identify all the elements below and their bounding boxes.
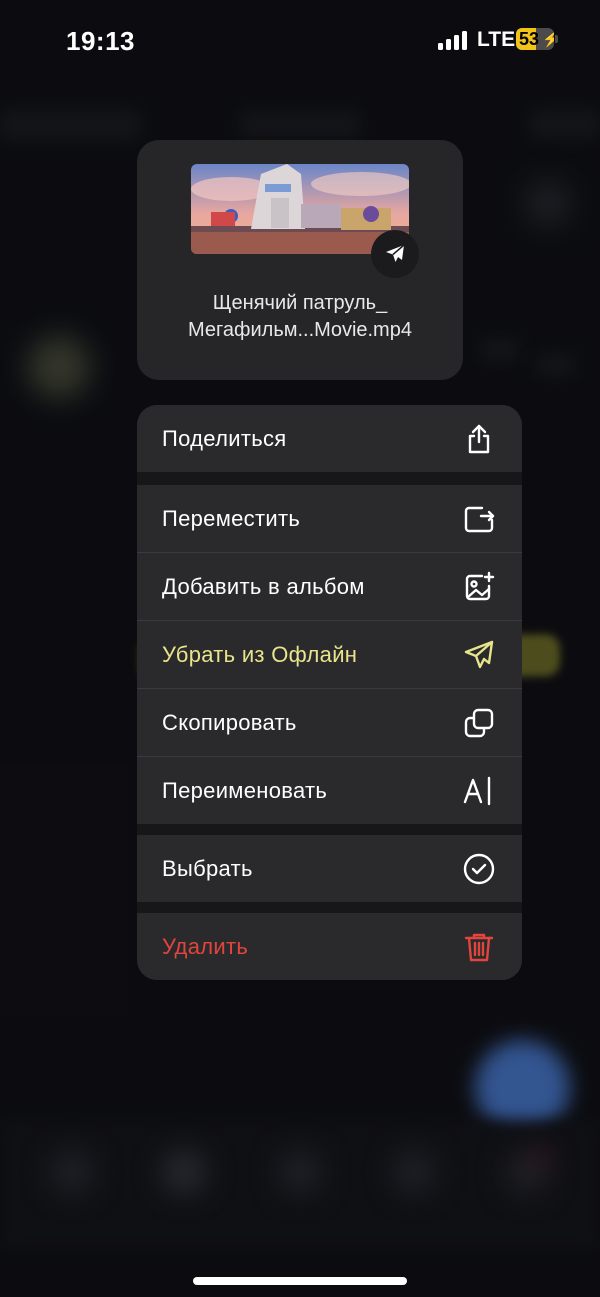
menu-item-delete[interactable]: Удалить [137,913,522,980]
status-bar: 19:13 LTE 53 ⚡ [0,0,600,80]
network-type: LTE [477,28,516,51]
charging-bolt-icon: ⚡ [542,31,554,48]
signal-icon [438,30,470,50]
menu-item-rename[interactable]: Переименовать [137,757,522,824]
battery-icon: 53 ⚡ [516,28,558,50]
check-circle-icon [463,853,495,885]
copy-icon [464,708,494,738]
share-icon [468,424,490,454]
context-menu: Поделиться Переместить Добавить в альбом… [137,405,522,980]
move-folder-icon [464,506,495,533]
menu-item-select[interactable]: Выбрать [137,835,522,902]
battery-level: 53 [519,29,540,49]
menu-item-add-to-album[interactable]: Добавить в альбом [137,553,522,620]
offline-badge [371,230,419,278]
menu-item-remove-offline[interactable]: Убрать из Офлайн [137,621,522,688]
airplane-icon [386,244,405,262]
menu-item-share[interactable]: Поделиться [137,405,522,472]
rename-icon [463,776,491,806]
menu-item-copy[interactable]: Скопировать [137,689,522,756]
airplane-icon [464,640,494,669]
home-indicator[interactable] [193,1277,407,1285]
file-preview-card: Щенячий патруль_ Мегафильм...Movie.mp4 [137,140,463,380]
file-name: Щенячий патруль_ Мегафильм...Movie.mp4 [188,292,412,341]
menu-item-move[interactable]: Переместить [137,485,522,552]
add-to-album-icon [465,571,495,601]
status-time: 19:13 [66,26,135,56]
trash-icon [464,933,494,962]
